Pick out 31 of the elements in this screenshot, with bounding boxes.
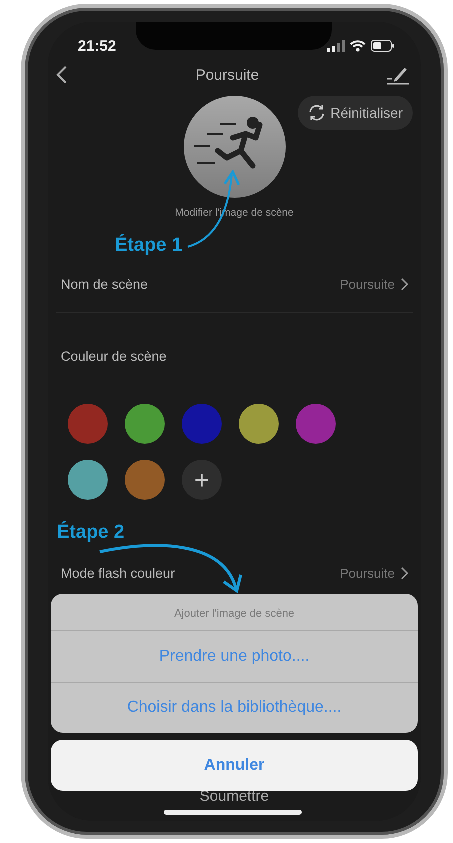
screen-title: Poursuite — [196, 66, 260, 84]
refresh-icon — [308, 104, 326, 122]
sheet-title: Ajouter l'image de scène — [51, 594, 418, 631]
row-value: Poursuite — [340, 277, 395, 292]
submit-button[interactable]: Soumettre — [200, 788, 270, 805]
back-icon[interactable] — [56, 66, 68, 84]
signal-icon — [327, 40, 345, 52]
color-swatch[interactable] — [125, 404, 165, 444]
reset-button[interactable]: Réinitialiser — [298, 96, 413, 130]
status-time: 21:52 — [78, 38, 116, 54]
row-label: Mode flash couleur — [61, 566, 176, 581]
flash-mode-row[interactable]: Mode flash couleur Poursuite — [48, 566, 421, 581]
chevron-icon — [401, 278, 409, 291]
section-title: Couleur de scène — [61, 349, 168, 364]
runner-icon[interactable] — [184, 96, 286, 198]
wifi-icon — [350, 40, 366, 52]
color-swatch[interactable] — [125, 460, 165, 500]
color-swatch[interactable] — [182, 404, 222, 444]
edit-icon[interactable] — [387, 65, 409, 85]
row-label: Nom de scène — [61, 277, 150, 292]
chevron-icon — [401, 567, 409, 580]
battery-icon — [371, 40, 395, 52]
color-swatch[interactable] — [68, 460, 108, 500]
color-swatch[interactable] — [296, 404, 336, 444]
step-label: Étape 1 — [115, 235, 183, 257]
color-swatch[interactable] — [68, 404, 108, 444]
step-label: Étape 2 — [57, 522, 125, 544]
add-color-button[interactable]: + — [182, 460, 222, 500]
color-swatch[interactable] — [239, 404, 279, 444]
row-value: Poursuite — [340, 566, 395, 581]
scene-name-row[interactable]: Nom de scène Poursuite — [48, 277, 421, 292]
